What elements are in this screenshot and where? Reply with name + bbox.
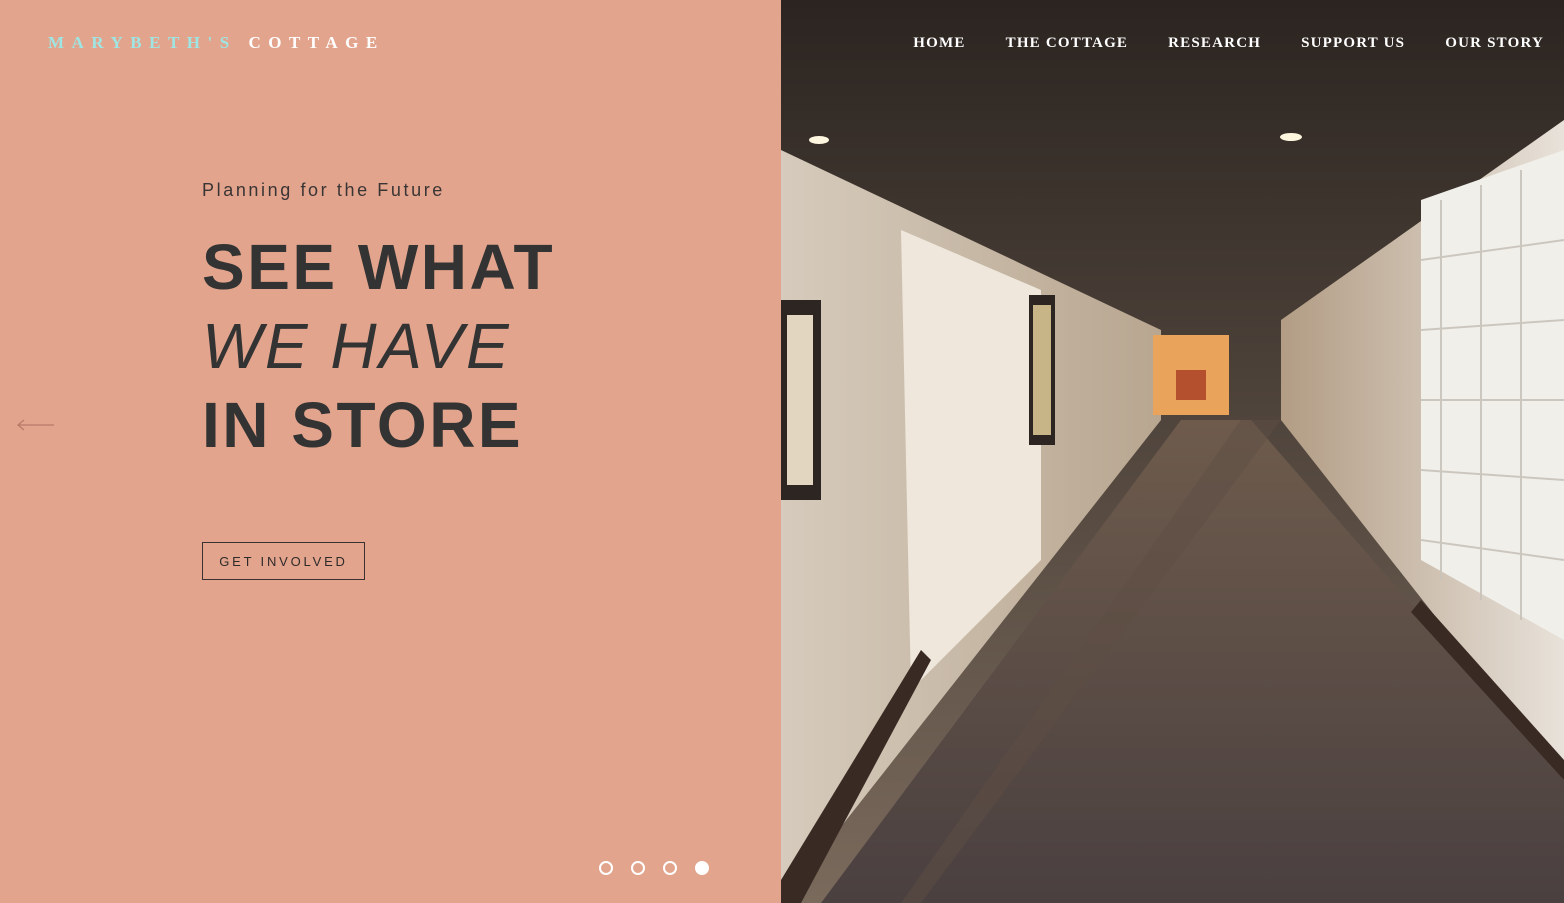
logo-part-1: MARYBETH'S xyxy=(48,33,237,52)
hero-headline: SEE WHAT WE HAVE IN STORE xyxy=(202,228,555,465)
hero-eyebrow: Planning for the Future xyxy=(202,180,445,200)
nav-research[interactable]: RESEARCH xyxy=(1168,35,1261,52)
nav-home[interactable]: HOME xyxy=(913,35,965,52)
logo-part-2: COTTAGE xyxy=(248,33,385,52)
nav-support-us[interactable]: SUPPORT US xyxy=(1301,35,1405,52)
headline-line-1: SEE WHAT xyxy=(202,231,556,303)
page: MARYBETH'S COTTAGE Planning for the Futu… xyxy=(0,0,1564,903)
site-logo[interactable]: MARYBETH'S COTTAGE xyxy=(48,33,385,53)
arrow-left-icon[interactable] xyxy=(16,414,56,434)
nav-the-cottage[interactable]: THE COTTAGE xyxy=(1006,35,1129,52)
slider-dot-4[interactable] xyxy=(695,861,709,875)
hallway-image xyxy=(781,0,1564,903)
hero-panel: MARYBETH'S COTTAGE Planning for the Futu… xyxy=(0,0,781,903)
slider-dots xyxy=(599,861,709,875)
slider-dot-1[interactable] xyxy=(599,861,613,875)
slider-dot-2[interactable] xyxy=(631,861,645,875)
get-involved-button[interactable]: GET INVOLVED xyxy=(202,542,365,580)
headline-line-3: IN STORE xyxy=(202,389,524,461)
nav-our-story[interactable]: OUR STORY xyxy=(1445,35,1544,52)
headline-line-2: WE HAVE xyxy=(202,310,512,382)
hallway-photo: HOME THE COTTAGE RESEARCH SUPPORT US OUR… xyxy=(781,0,1564,903)
slider-dot-3[interactable] xyxy=(663,861,677,875)
main-nav: HOME THE COTTAGE RESEARCH SUPPORT US OUR… xyxy=(913,35,1544,52)
